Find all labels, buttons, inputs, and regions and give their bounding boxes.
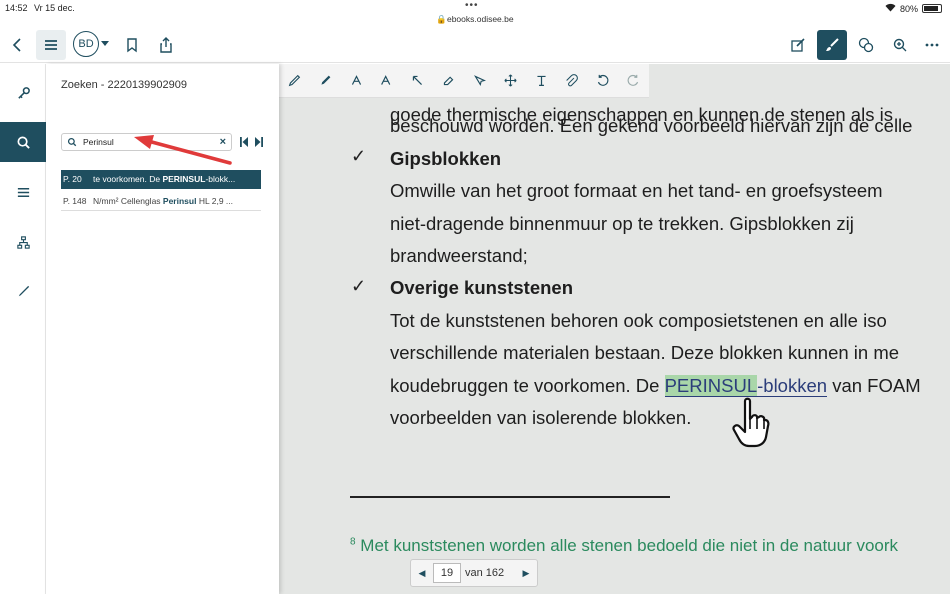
result-match: PERINSUL bbox=[162, 174, 206, 184]
perinsul-link[interactable]: -blokken bbox=[757, 375, 828, 397]
menu-icon[interactable] bbox=[36, 30, 66, 60]
text-before-match: koudebruggen te voorkomen. De bbox=[390, 375, 665, 396]
brush-icon[interactable] bbox=[817, 30, 847, 60]
search-icon bbox=[67, 137, 77, 147]
result-page: P. 148 bbox=[63, 196, 87, 206]
result-match: Perinsul bbox=[162, 196, 197, 206]
prev-page-icon[interactable]: ◀ bbox=[411, 568, 433, 579]
result-page: P. 20 bbox=[63, 174, 82, 184]
search-result-2[interactable]: P. 148 N/mm² Cellenglas Perinsul HL 2,9 .… bbox=[61, 192, 261, 211]
chevron-down-icon[interactable] bbox=[101, 41, 109, 46]
search-result-1[interactable]: P. 20 te voorkomen. De PERINSUL-blokk... bbox=[61, 170, 261, 189]
doc-line: niet-dragende binnenmuur op te trekken. … bbox=[390, 213, 854, 234]
result-text-after: HL 2,9 ... bbox=[196, 196, 233, 206]
footnote-text: Met kunststenen worden alle stenen bedoe… bbox=[355, 536, 899, 555]
battery-icon bbox=[922, 4, 942, 13]
document-viewer[interactable]: goede thermische eigenschappen en kunnen… bbox=[279, 64, 950, 594]
search-highlight[interactable]: PERINSUL bbox=[664, 375, 758, 397]
search-icon[interactable] bbox=[0, 122, 46, 162]
share-icon[interactable] bbox=[151, 30, 181, 60]
result-text-before: te voorkomen. De bbox=[93, 174, 163, 184]
side-rail bbox=[0, 64, 46, 594]
url-label[interactable]: 🔒ebooks.odisee.be bbox=[0, 14, 950, 25]
more-icon[interactable] bbox=[917, 30, 947, 60]
marker-icon[interactable] bbox=[310, 74, 341, 87]
doc-line: brandweerstand; bbox=[390, 245, 528, 266]
highlighter-icon[interactable] bbox=[341, 74, 372, 87]
url-text: ebooks.odisee.be bbox=[446, 14, 514, 24]
heading-overige-kunststenen: Overige kunststenen bbox=[390, 277, 574, 298]
doc-line: voorbeelden van isolerende blokken. bbox=[390, 407, 692, 428]
back-icon[interactable] bbox=[3, 30, 33, 60]
top-toolbar: BD bbox=[0, 27, 950, 63]
move-icon[interactable] bbox=[495, 74, 526, 87]
wifi-icon bbox=[885, 3, 896, 14]
doc-line: beschouwd worden. Een gekend voorbeeld h… bbox=[390, 115, 913, 136]
heading-gipsblokken: Gipsblokken bbox=[390, 148, 502, 169]
status-bar: 14:52 Vr 15 dec. ••• 🔒ebooks.odisee.be 8… bbox=[0, 0, 950, 27]
eraser-icon[interactable] bbox=[433, 74, 464, 87]
clock: 14:52 bbox=[5, 3, 28, 13]
hand-cursor-icon bbox=[732, 397, 770, 448]
annotation-toolbar bbox=[279, 64, 649, 98]
result-text-after: -blokk... bbox=[205, 174, 236, 184]
select-icon[interactable] bbox=[464, 74, 495, 87]
battery-percent: 80% bbox=[899, 3, 918, 14]
line-arrow-icon[interactable] bbox=[402, 74, 433, 87]
next-result-icon[interactable] bbox=[254, 136, 264, 148]
page-number-input[interactable]: 19 bbox=[433, 563, 461, 583]
panel-title: Zoeken - 2220139902909 bbox=[61, 79, 187, 91]
bookmark-icon[interactable] bbox=[117, 30, 147, 60]
avatar[interactable]: BD bbox=[73, 31, 99, 57]
translate-icon[interactable] bbox=[851, 30, 881, 60]
key-icon[interactable] bbox=[0, 73, 46, 113]
previous-result-icon[interactable] bbox=[239, 136, 249, 148]
text-after-match: van FOAM bbox=[827, 375, 921, 396]
list-icon[interactable] bbox=[0, 172, 46, 212]
next-page-icon[interactable]: ▶ bbox=[515, 568, 537, 579]
footnote-divider bbox=[350, 496, 670, 498]
pencil-icon[interactable] bbox=[0, 271, 46, 311]
doc-line-highlight: koudebruggen te voorkomen. De PERINSUL-b… bbox=[390, 375, 921, 397]
edit-icon[interactable] bbox=[783, 30, 813, 60]
multitask-dots[interactable]: ••• bbox=[465, 0, 479, 11]
text-size-icon[interactable] bbox=[371, 74, 402, 87]
checkmark-icon: ✓ bbox=[351, 276, 367, 296]
doc-line: Omwille van het groot formaat en het tan… bbox=[390, 180, 883, 201]
doc-line: verschillende materialen bestaan. Deze b… bbox=[390, 342, 900, 363]
attach-icon[interactable] bbox=[556, 74, 587, 87]
zoom-icon[interactable] bbox=[885, 30, 915, 60]
tree-icon[interactable] bbox=[0, 222, 46, 262]
footnote: 8 Met kunststenen worden alle stenen bed… bbox=[350, 536, 898, 556]
checkmark-icon: ✓ bbox=[351, 146, 367, 166]
battery-indicator: 80% bbox=[885, 3, 942, 14]
pen-icon[interactable] bbox=[279, 74, 310, 87]
result-text-before: N/mm² Cellenglas bbox=[93, 196, 163, 206]
red-arrow-annotation bbox=[134, 135, 232, 165]
undo-icon[interactable] bbox=[587, 74, 618, 87]
doc-line: Tot de kunststenen behoren ook composiet… bbox=[390, 310, 887, 331]
redo-icon[interactable] bbox=[618, 74, 649, 87]
date: Vr 15 dec. bbox=[34, 3, 75, 13]
page-total: van 162 bbox=[465, 567, 505, 579]
page-navigator: ◀ 19 van 162 ▶ bbox=[410, 559, 538, 587]
text-tool-icon[interactable] bbox=[526, 74, 557, 87]
